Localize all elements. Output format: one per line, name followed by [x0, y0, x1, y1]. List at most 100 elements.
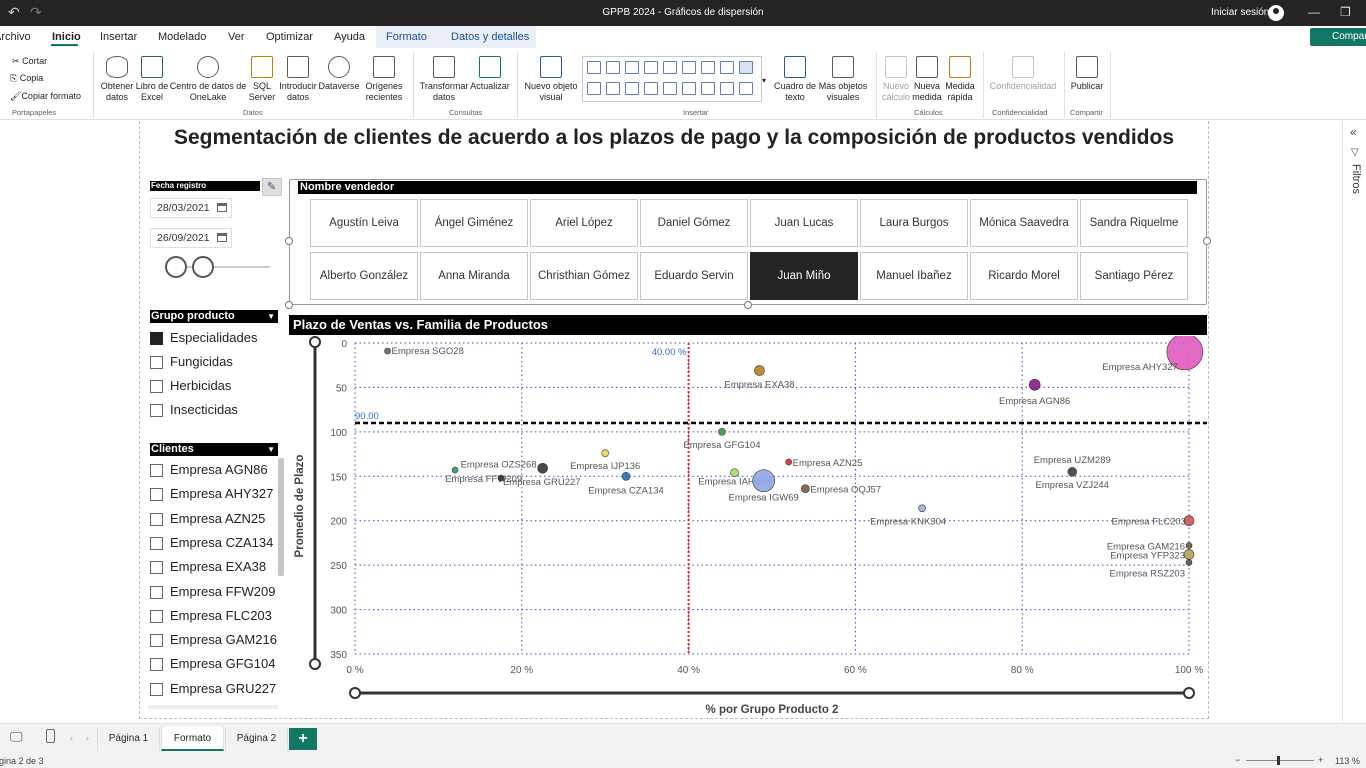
textbox-button[interactable]: Cuadro de texto — [772, 56, 818, 103]
get-data-button[interactable]: Obtener datos — [98, 56, 136, 103]
zoom-out-icon[interactable]: − — [1235, 755, 1240, 765]
tab-pagina-1[interactable]: Página 1 — [97, 727, 160, 751]
maximize-icon[interactable]: ❐ — [1340, 5, 1351, 19]
checkbox[interactable] — [150, 380, 163, 393]
visual-type-icon[interactable] — [739, 82, 753, 95]
data-point[interactable] — [730, 468, 739, 478]
refresh-button[interactable]: Actualizar — [469, 56, 511, 92]
data-point[interactable] — [785, 458, 792, 466]
vendor-button[interactable]: Daniel Gómez — [640, 199, 748, 247]
vendor-button[interactable]: Ricardo Morel — [970, 252, 1078, 300]
visual-type-icon[interactable] — [644, 82, 658, 95]
onelake-button[interactable]: Centro de datos de OneLake — [168, 56, 248, 103]
data-point[interactable] — [1185, 559, 1193, 566]
add-page-button[interactable]: + — [289, 728, 317, 750]
avatar[interactable] — [1268, 5, 1284, 21]
collapse-icon[interactable]: « — [1350, 125, 1357, 139]
visual-type-icon[interactable] — [606, 82, 620, 95]
data-point[interactable] — [1185, 542, 1193, 549]
format-painter-icon[interactable]: ✎ — [262, 178, 282, 196]
data-point[interactable] — [537, 462, 548, 474]
x-zoom-handle[interactable] — [349, 687, 361, 699]
data-point[interactable] — [601, 449, 610, 457]
visual-type-icon[interactable] — [682, 61, 696, 74]
menu-formato[interactable]: Formato — [386, 31, 427, 43]
more-visuals-button[interactable]: Más objetos visuales — [816, 56, 870, 103]
resize-handle[interactable] — [1203, 237, 1211, 245]
checkbox[interactable] — [150, 609, 163, 623]
minimize-icon[interactable]: — — [1308, 5, 1320, 19]
vendor-button[interactable]: Mónica Saavedra — [970, 199, 1078, 247]
data-point[interactable] — [754, 365, 765, 376]
vendor-button[interactable]: Anna Miranda — [420, 252, 528, 300]
menu-archivo[interactable]: Archivo — [0, 31, 31, 43]
visual-type-icon[interactable] — [625, 82, 639, 95]
calendar-icon[interactable] — [217, 203, 227, 212]
checkbox[interactable] — [150, 464, 163, 477]
resize-handle[interactable] — [285, 301, 293, 309]
cut-button[interactable]: ✂ Cortar — [12, 56, 47, 67]
visual-type-icon[interactable] — [701, 61, 715, 74]
data-point[interactable] — [752, 469, 775, 493]
visual-type-icon[interactable] — [644, 61, 658, 74]
new-visual-button[interactable]: Nuevo objeto visual — [522, 56, 580, 103]
menu-optimizar[interactable]: Optimizar — [266, 31, 313, 43]
publish-button[interactable]: Publicar — [1068, 56, 1106, 92]
date-range-handle-start[interactable] — [165, 256, 187, 278]
excel-button[interactable]: Libro de Excel — [134, 56, 170, 103]
menu-datos-detalles[interactable]: Datos y detalles — [451, 31, 529, 43]
data-point[interactable] — [1183, 549, 1195, 560]
checkbox[interactable] — [150, 332, 163, 345]
visual-type-icon[interactable] — [587, 82, 601, 95]
vendor-button[interactable]: Eduardo Servin — [640, 252, 748, 300]
data-point[interactable] — [1028, 378, 1041, 391]
data-point[interactable] — [451, 466, 459, 474]
vendor-button[interactable]: Ariel López — [530, 199, 638, 247]
chevron-down-icon[interactable]: ▼ — [267, 443, 275, 456]
format-painter-button[interactable]: 🖌Copiar formato — [10, 91, 81, 102]
desktop-view-icon[interactable]: 🖵 — [10, 729, 23, 745]
sql-server-button[interactable]: SQL Server — [247, 56, 277, 103]
checkbox[interactable] — [150, 561, 163, 575]
resize-handle[interactable] — [744, 301, 752, 309]
visual-type-icon[interactable] — [625, 61, 639, 74]
tab-pagina-2[interactable]: Página 2 — [225, 727, 288, 751]
calendar-icon[interactable] — [217, 233, 227, 242]
quick-measure-button[interactable]: Medida rápida — [943, 56, 977, 103]
data-point[interactable] — [801, 484, 810, 494]
visual-type-icon[interactable] — [663, 61, 677, 74]
vendor-button[interactable]: Manuel Ibañez — [860, 252, 968, 300]
clients-scrollbar[interactable] — [278, 458, 284, 576]
new-measure-button[interactable]: Nueva medida — [911, 56, 943, 103]
transform-data-button[interactable]: Transformar datos — [419, 56, 469, 103]
data-point[interactable] — [918, 504, 926, 513]
checkbox[interactable] — [150, 658, 163, 672]
filters-pane[interactable]: « ▽ Filtros — [1342, 121, 1366, 723]
vendor-button[interactable]: Ángel Giménez — [420, 199, 528, 247]
zoom-slider-thumb[interactable] — [1277, 756, 1280, 765]
vendor-button[interactable]: Christhian Gómez — [530, 252, 638, 300]
chevron-down-icon[interactable]: ▼ — [267, 310, 275, 323]
prev-page-icon[interactable]: ‹ — [70, 733, 73, 743]
menu-ayuda[interactable]: Ayuda — [334, 31, 365, 43]
vendor-button[interactable]: Agustín Leiva — [310, 199, 418, 247]
zoom-in-icon[interactable]: + — [1318, 755, 1323, 765]
visual-type-icon[interactable] — [587, 61, 601, 74]
menu-modelado[interactable]: Modelado — [158, 31, 206, 43]
data-point[interactable] — [621, 471, 631, 481]
copy-button[interactable]: ⎘ Copia — [10, 73, 43, 84]
signin-link[interactable]: Iniciar sesión — [1211, 7, 1269, 18]
scatter-chart[interactable]: 0 % 20 % 40 % 60 % 80 % 100 % 0 50 100 150 200 250 3… — [289, 336, 1209, 720]
visual-type-icon[interactable] — [720, 61, 734, 74]
checkbox[interactable] — [150, 682, 163, 696]
y-zoom-handle[interactable] — [309, 658, 321, 670]
checkbox[interactable] — [150, 512, 163, 526]
menu-ver[interactable]: Ver — [228, 31, 245, 43]
tab-formato[interactable]: Formato — [161, 727, 224, 751]
checkbox[interactable] — [150, 404, 163, 417]
vendor-button[interactable]: Juan Miño — [750, 252, 858, 300]
data-point[interactable] — [718, 428, 726, 436]
mobile-view-icon[interactable] — [46, 729, 55, 743]
menu-inicio[interactable]: Inicio — [52, 31, 81, 43]
visual-type-icon[interactable] — [663, 82, 677, 95]
